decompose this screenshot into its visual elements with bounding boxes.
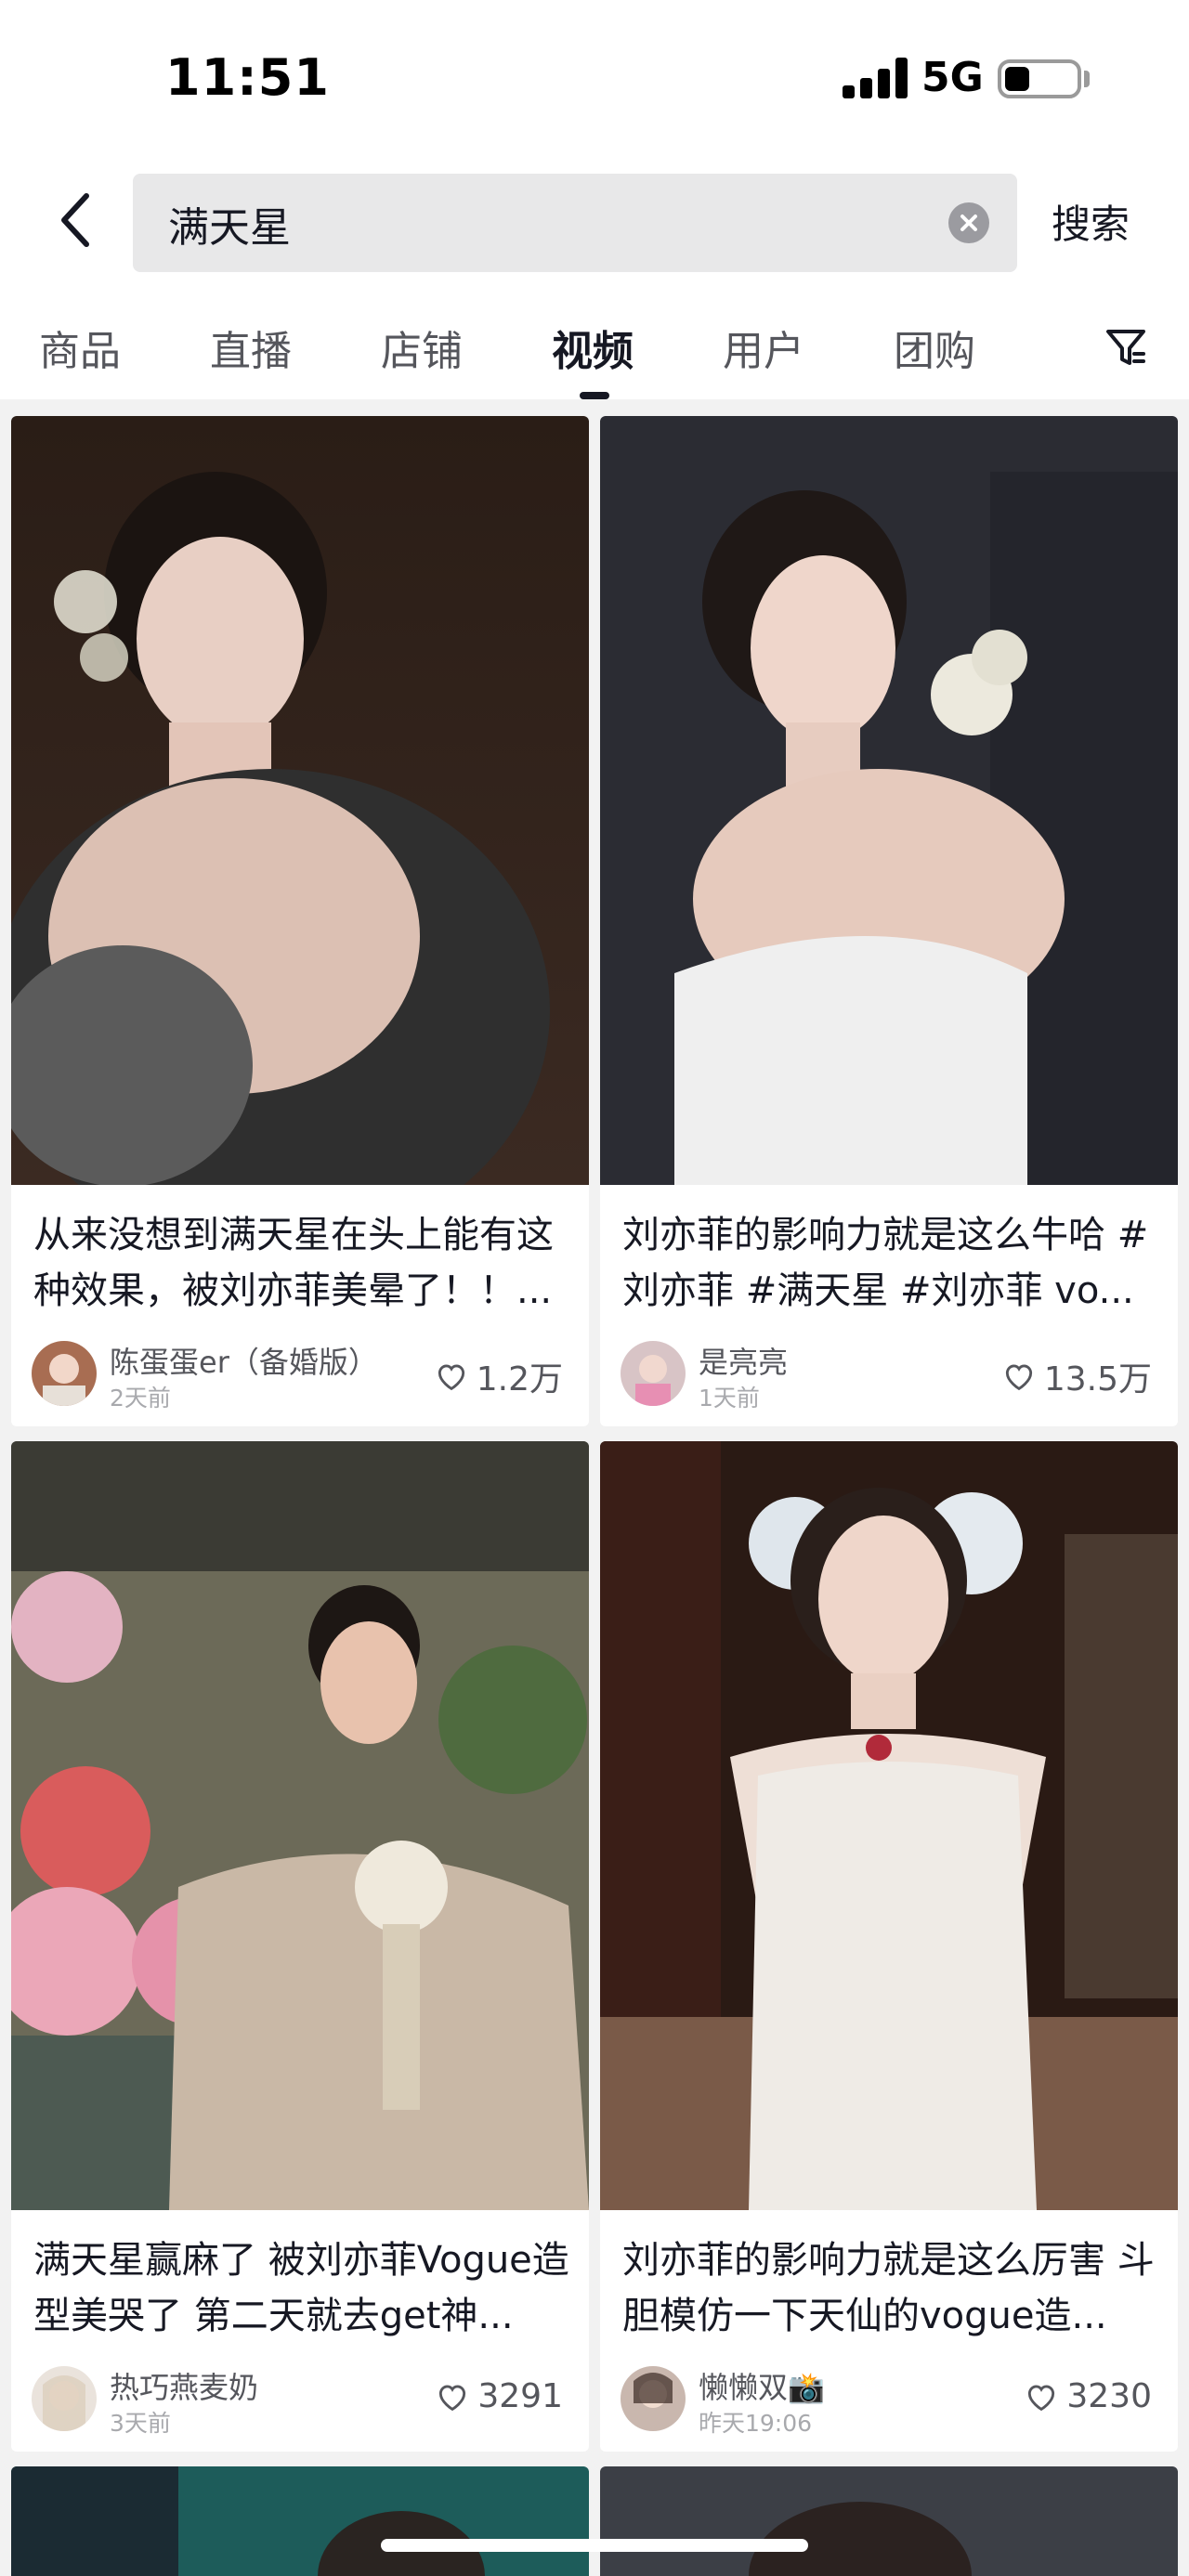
tab-videos[interactable]: 视频 bbox=[552, 318, 634, 377]
tab-users[interactable]: 用户 bbox=[723, 318, 804, 377]
video-title[interactable]: 从来没想到满天星在头上能有这种效果，被刘亦菲美晕了！！... bbox=[33, 1207, 572, 1319]
video-card-partial[interactable] bbox=[11, 2466, 589, 2576]
like-count-group[interactable]: 3291 bbox=[435, 2377, 563, 2415]
video-thumbnail bbox=[600, 2466, 1178, 2576]
search-header: 满天星 搜索 bbox=[0, 149, 1189, 297]
video-card[interactable]: 从来没想到满天星在头上能有这种效果，被刘亦菲美晕了！！... 陈蛋蛋er（备婚版… bbox=[11, 416, 589, 1426]
video-title[interactable]: 满天星赢麻了 被刘亦菲Vogue造型美哭了 第二天就去get神... bbox=[33, 2232, 572, 2344]
video-thumbnail bbox=[600, 1441, 1178, 2210]
author-avatar[interactable] bbox=[32, 1341, 97, 1406]
heart-icon bbox=[439, 2384, 466, 2411]
video-thumbnail bbox=[600, 416, 1178, 1185]
tab-shops[interactable]: 店铺 bbox=[381, 318, 463, 377]
battery-icon bbox=[998, 59, 1081, 98]
posted-time: 1天前 bbox=[699, 1385, 760, 1412]
search-input[interactable]: 满天星 bbox=[133, 174, 1017, 272]
clear-search-button[interactable] bbox=[948, 202, 989, 243]
heart-icon bbox=[438, 1364, 464, 1391]
video-card[interactable]: 满天星赢麻了 被刘亦菲Vogue造型美哭了 第二天就去get神... 热巧燕麦奶… bbox=[11, 1441, 589, 2452]
tab-group-buy[interactable]: 团购 bbox=[894, 318, 975, 377]
chevron-left-icon bbox=[61, 193, 89, 247]
like-count-group[interactable]: 1.2万 bbox=[434, 1352, 563, 1400]
back-button[interactable] bbox=[43, 178, 108, 262]
filter-button[interactable] bbox=[1100, 321, 1152, 373]
like-count-group[interactable]: 3230 bbox=[1024, 2377, 1152, 2415]
video-card[interactable]: 刘亦菲的影响力就是这么牛哈 #刘亦菲 #满天星 #刘亦菲 vo... 是亮亮 1… bbox=[600, 416, 1178, 1426]
author-avatar[interactable] bbox=[621, 2366, 686, 2431]
cellular-signal-icon bbox=[843, 58, 908, 98]
like-count: 3230 bbox=[1066, 2377, 1152, 2415]
author-avatar[interactable] bbox=[32, 2366, 97, 2431]
status-bar: 11:51 5G bbox=[0, 0, 1189, 149]
video-card[interactable]: 刘亦菲的影响力就是这么厉害 斗胆模仿一下天仙的vogue造... 懒懒双📸 昨天… bbox=[600, 1441, 1178, 2452]
search-submit-button[interactable]: 搜索 bbox=[1052, 193, 1130, 250]
like-count: 3291 bbox=[477, 2377, 563, 2415]
tab-goods[interactable]: 商品 bbox=[39, 318, 121, 377]
clear-circle-icon bbox=[960, 215, 977, 231]
author-name[interactable]: 是亮亮 bbox=[699, 1339, 788, 1382]
active-tab-indicator bbox=[580, 392, 609, 399]
home-indicator[interactable] bbox=[381, 2539, 808, 2552]
battery-cap bbox=[1084, 71, 1090, 87]
heart-icon bbox=[1028, 2384, 1055, 2411]
video-thumbnail bbox=[11, 2466, 589, 2576]
video-title[interactable]: 刘亦菲的影响力就是这么牛哈 #刘亦菲 #满天星 #刘亦菲 vo... bbox=[622, 1207, 1161, 1319]
video-thumbnail bbox=[11, 1441, 589, 2210]
like-count: 1.2万 bbox=[476, 1360, 563, 1399]
posted-time: 3天前 bbox=[110, 2410, 171, 2437]
search-category-tabs: 商品 直播 店铺 视频 用户 团购 bbox=[0, 297, 1189, 399]
heart-icon bbox=[1005, 1364, 1032, 1391]
tab-live[interactable]: 直播 bbox=[210, 318, 292, 377]
author-name[interactable]: 陈蛋蛋er（备婚版） bbox=[110, 1339, 378, 1382]
like-count: 13.5万 bbox=[1043, 1360, 1152, 1399]
posted-time: 昨天19:06 bbox=[699, 2410, 813, 2437]
video-title[interactable]: 刘亦菲的影响力就是这么厉害 斗胆模仿一下天仙的vogue造... bbox=[622, 2232, 1161, 2344]
posted-time: 2天前 bbox=[110, 1385, 171, 1412]
author-avatar[interactable] bbox=[621, 1341, 686, 1406]
status-time: 11:51 bbox=[165, 48, 330, 107]
network-type: 5G bbox=[921, 54, 984, 101]
video-thumbnail bbox=[11, 416, 589, 1185]
video-card-partial[interactable] bbox=[600, 2466, 1178, 2576]
author-name[interactable]: 懒懒双📸 bbox=[699, 2364, 825, 2407]
search-query: 满天星 bbox=[168, 204, 291, 252]
like-count-group[interactable]: 13.5万 bbox=[1001, 1352, 1152, 1400]
author-name[interactable]: 热巧燕麦奶 bbox=[110, 2364, 258, 2407]
filter-funnel-icon bbox=[1106, 330, 1145, 365]
